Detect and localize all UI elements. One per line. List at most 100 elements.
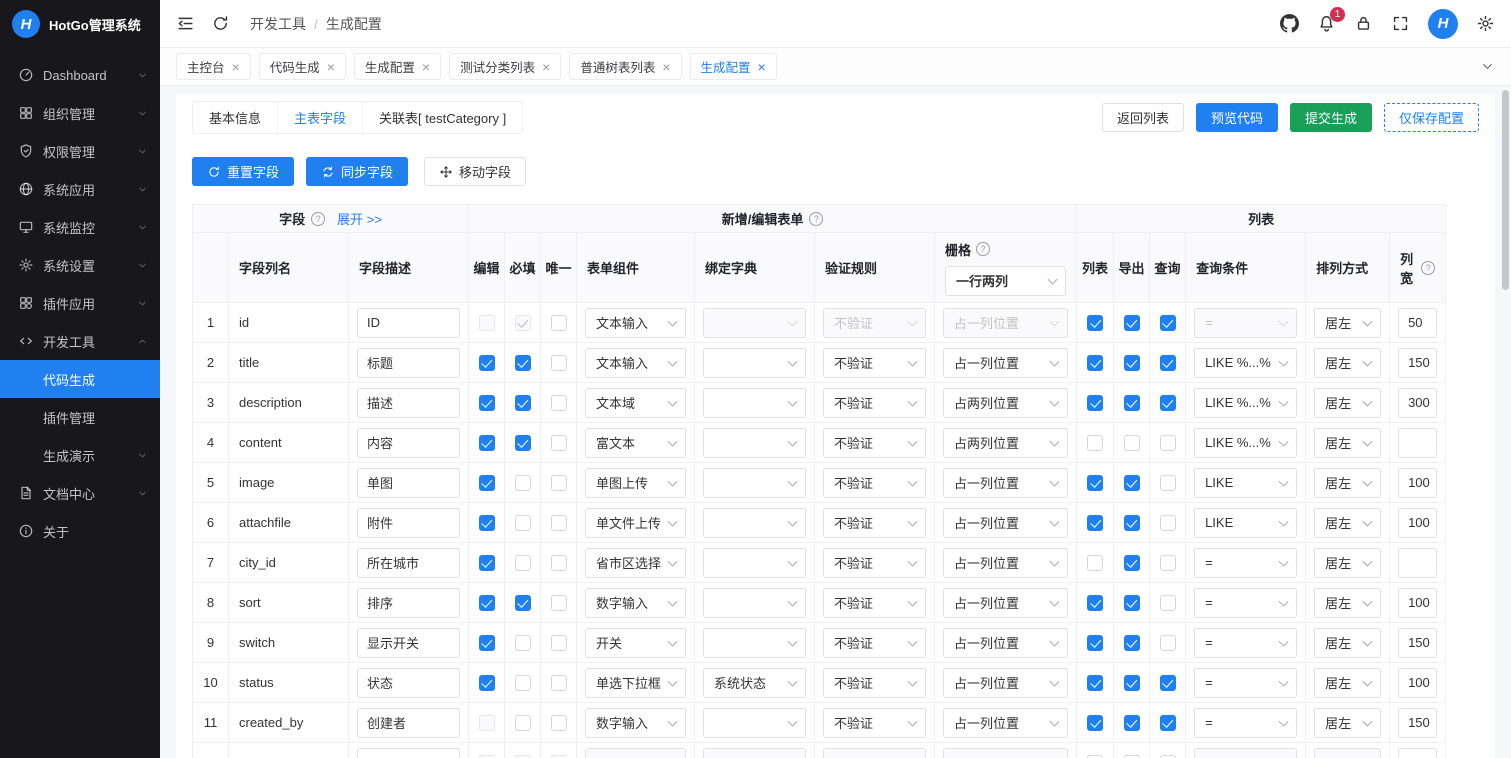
- column-width-input[interactable]: 150: [1398, 628, 1437, 658]
- fullscreen-icon[interactable]: [1391, 14, 1410, 33]
- export-checkbox[interactable]: [1124, 635, 1140, 651]
- dict-select[interactable]: [703, 388, 806, 418]
- unique-checkbox[interactable]: [551, 395, 567, 411]
- field-desc-input[interactable]: 标题: [357, 348, 460, 378]
- refresh-page-icon[interactable]: [211, 14, 230, 33]
- validation-rule-select[interactable]: 不验证: [823, 628, 926, 658]
- unique-checkbox[interactable]: [551, 355, 567, 371]
- align-select[interactable]: 居左: [1314, 348, 1381, 378]
- unique-checkbox[interactable]: [551, 555, 567, 571]
- page-tab[interactable]: 代码生成×: [259, 53, 346, 80]
- edit-checkbox[interactable]: [479, 675, 495, 691]
- form-component-select[interactable]: 文本输入: [585, 308, 686, 338]
- query-checkbox[interactable]: [1160, 435, 1176, 451]
- query-checkbox[interactable]: [1160, 635, 1176, 651]
- collapse-sidebar-icon[interactable]: [176, 14, 195, 33]
- unique-checkbox[interactable]: [551, 475, 567, 491]
- dict-select[interactable]: [703, 588, 806, 618]
- column-width-input[interactable]: 100: [1398, 668, 1437, 698]
- query-condition-select[interactable]: LIKE: [1194, 468, 1297, 498]
- edit-checkbox[interactable]: [479, 475, 495, 491]
- query-condition-select[interactable]: =: [1194, 588, 1297, 618]
- query-checkbox[interactable]: [1160, 395, 1176, 411]
- page-tab[interactable]: 生成配置×: [354, 53, 441, 80]
- move-fields-button[interactable]: 移动字段: [424, 157, 526, 186]
- page-tab[interactable]: 生成配置×: [690, 53, 777, 80]
- align-select[interactable]: 居左: [1314, 308, 1381, 338]
- submit-generate-button[interactable]: 提交生成: [1290, 103, 1372, 132]
- dict-select[interactable]: [703, 468, 806, 498]
- export-checkbox[interactable]: [1124, 555, 1140, 571]
- close-tab-icon[interactable]: ×: [232, 60, 240, 74]
- column-width-input[interactable]: 100: [1398, 588, 1437, 618]
- form-component-select[interactable]: 开关: [585, 628, 686, 658]
- github-icon[interactable]: [1280, 14, 1299, 33]
- close-tab-icon[interactable]: ×: [327, 60, 335, 74]
- export-checkbox[interactable]: [1124, 675, 1140, 691]
- config-tab[interactable]: 基本信息: [192, 101, 278, 134]
- dict-select[interactable]: [703, 508, 806, 538]
- edit-checkbox[interactable]: [479, 635, 495, 651]
- required-checkbox[interactable]: [515, 555, 531, 571]
- dict-select[interactable]: [703, 548, 806, 578]
- unique-checkbox[interactable]: [551, 635, 567, 651]
- field-desc-input[interactable]: [357, 748, 460, 758]
- query-checkbox[interactable]: [1160, 555, 1176, 571]
- close-tab-icon[interactable]: ×: [422, 60, 430, 74]
- grid-position-select[interactable]: 占一列位置: [943, 628, 1068, 658]
- page-tab[interactable]: 主控台×: [176, 53, 251, 80]
- preview-code-button[interactable]: 预览代码: [1196, 103, 1278, 132]
- sidebar-item[interactable]: 系统设置: [0, 246, 160, 284]
- required-checkbox[interactable]: [515, 395, 531, 411]
- export-checkbox[interactable]: [1124, 475, 1140, 491]
- query-condition-select[interactable]: LIKE %...%: [1194, 388, 1297, 418]
- align-select[interactable]: 居左: [1314, 628, 1381, 658]
- list-checkbox[interactable]: [1087, 515, 1103, 531]
- list-checkbox[interactable]: [1087, 595, 1103, 611]
- form-component-select[interactable]: 数字输入: [585, 588, 686, 618]
- dict-select[interactable]: 系统状态: [703, 668, 806, 698]
- dict-select[interactable]: [703, 708, 806, 738]
- align-select[interactable]: 居左: [1314, 428, 1381, 458]
- close-tab-icon[interactable]: ×: [758, 60, 766, 74]
- unique-checkbox[interactable]: [551, 715, 567, 731]
- sidebar-item[interactable]: 插件应用: [0, 284, 160, 322]
- validation-rule-select[interactable]: 不验证: [823, 588, 926, 618]
- list-checkbox[interactable]: [1087, 635, 1103, 651]
- dict-select[interactable]: [703, 628, 806, 658]
- notifications-button[interactable]: 1: [1317, 14, 1336, 33]
- column-width-input[interactable]: [1398, 748, 1437, 758]
- unique-checkbox[interactable]: [551, 435, 567, 451]
- grid-position-select[interactable]: 占一列位置: [943, 708, 1068, 738]
- unique-checkbox[interactable]: [551, 315, 567, 331]
- query-condition-select[interactable]: LIKE: [1194, 508, 1297, 538]
- field-desc-input[interactable]: 附件: [357, 508, 460, 538]
- sidebar-subitem[interactable]: 代码生成: [0, 360, 160, 398]
- query-checkbox[interactable]: [1160, 595, 1176, 611]
- form-component-select[interactable]: 单选下拉框: [585, 668, 686, 698]
- unique-checkbox[interactable]: [551, 595, 567, 611]
- validation-rule-select[interactable]: 不验证: [823, 348, 926, 378]
- list-checkbox[interactable]: [1087, 435, 1103, 451]
- form-component-select[interactable]: 单图上传: [585, 468, 686, 498]
- sidebar-item[interactable]: Dashboard: [0, 56, 160, 94]
- grid-position-select[interactable]: 占一列位置: [943, 548, 1068, 578]
- validation-rule-select[interactable]: 不验证: [823, 468, 926, 498]
- breadcrumb-parent[interactable]: 开发工具: [250, 14, 306, 34]
- query-checkbox[interactable]: [1160, 515, 1176, 531]
- column-width-input[interactable]: 100: [1398, 508, 1437, 538]
- grid-position-select[interactable]: 占两列位置: [943, 428, 1068, 458]
- field-desc-input[interactable]: 所在城市: [357, 548, 460, 578]
- align-select[interactable]: 居左: [1314, 388, 1381, 418]
- page-tab[interactable]: 测试分类列表×: [449, 53, 561, 80]
- list-checkbox[interactable]: [1087, 555, 1103, 571]
- field-desc-input[interactable]: 显示开关: [357, 628, 460, 658]
- list-checkbox[interactable]: [1087, 355, 1103, 371]
- field-desc-input[interactable]: 创建者: [357, 708, 460, 738]
- field-desc-input[interactable]: 描述: [357, 388, 460, 418]
- form-component-select[interactable]: 单文件上传: [585, 508, 686, 538]
- required-checkbox[interactable]: [515, 715, 531, 731]
- required-checkbox[interactable]: [515, 475, 531, 491]
- config-tab[interactable]: 主表字段: [277, 101, 363, 134]
- page-tab[interactable]: 普通树表列表×: [569, 53, 681, 80]
